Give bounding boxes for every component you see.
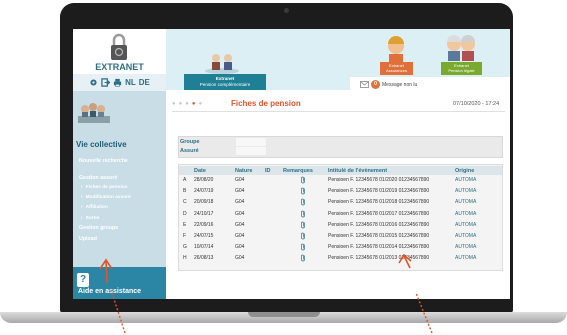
gestion-groups-link[interactable]: Gestion groups — [79, 225, 118, 231]
row-letter: E — [183, 221, 187, 228]
message-count-badge[interactable]: 0 — [371, 80, 380, 89]
row-origine: AUTOMA — [455, 233, 477, 239]
row-origine: AUTOMA — [455, 177, 477, 183]
row-date: 10/07/14 — [194, 244, 214, 251]
row-intitule: Pensioen F. 12345678 01/2014 01234567890 — [328, 244, 430, 251]
attachment-icon[interactable] — [300, 210, 306, 220]
attachment-icon[interactable] — [300, 187, 306, 197]
row-intitule: Pensioen F. 12345678 01/2017 01234567890 — [328, 210, 430, 217]
row-letter: F — [183, 233, 187, 239]
row-intitule: Pensioen F. 12345678 01/2020 01234567890 — [328, 177, 430, 183]
attachment-icon[interactable] — [300, 176, 306, 186]
language-nl[interactable]: NL — [125, 78, 136, 87]
col-date[interactable]: Date — [194, 168, 206, 174]
groupe-label: Groupe — [180, 139, 200, 145]
gear-icon[interactable] — [89, 78, 98, 87]
help-label[interactable]: Aide en assistance — [78, 288, 141, 295]
row-nature: G04 — [235, 210, 245, 217]
sidebar-item-modification[interactable]: › Modification assuré — [81, 194, 131, 200]
envelope-icon[interactable] — [360, 81, 369, 88]
agent-illustration-icon — [388, 36, 404, 62]
page-datetime: 07/10/2020 - 17:24 — [453, 101, 500, 107]
row-date: 24/07/15 — [194, 233, 214, 239]
row-letter: G — [183, 244, 187, 251]
sidebar-item-fiches[interactable]: › Fiches de pension — [81, 184, 128, 190]
brand-name: EXTRANET — [95, 62, 144, 72]
laptop-notch — [248, 312, 320, 317]
row-origine: AUTOMA — [455, 188, 477, 195]
attachment-icon[interactable] — [300, 254, 306, 264]
row-letter: A — [183, 177, 187, 183]
col-remarques[interactable]: Remarques — [283, 168, 313, 174]
attachment-icon[interactable] — [300, 232, 306, 242]
col-origine[interactable]: Origine — [455, 168, 474, 174]
attachment-icon[interactable] — [300, 243, 306, 253]
gestion-assure-heading[interactable]: Gestion assuré — [79, 175, 117, 181]
chevron-right-icon: › — [81, 215, 83, 221]
row-date: 26/08/13 — [194, 255, 214, 262]
groupe-value — [236, 138, 266, 146]
row-date: 24/07/19 — [194, 188, 214, 195]
elderly-couple-illustration-icon — [205, 54, 239, 74]
col-nature[interactable]: Nature — [235, 168, 252, 174]
help-question-icon[interactable]: ? — [77, 273, 89, 287]
row-letter: H — [183, 255, 187, 262]
row-nature: G04 — [235, 233, 245, 239]
row-letter: C — [183, 199, 187, 206]
col-intitule[interactable]: Intitulé de l'évènement — [328, 168, 387, 174]
language-de[interactable]: DE — [139, 78, 150, 87]
screen: EXTRANET NL DE Vie collective Nouvelle r… — [73, 29, 510, 299]
step-dots: ●●●●● — [172, 101, 206, 107]
attachment-icon[interactable] — [300, 198, 306, 208]
row-intitule: Pensioen F. 12345678 01/2018 01234567890 — [328, 199, 430, 206]
assure-label: Assuré — [180, 148, 199, 154]
row-intitule: Pensioen F. 12345678 01/2013 01234567890 — [328, 255, 430, 262]
tab-pension-legale[interactable]: Extranet Pension légale — [441, 62, 482, 75]
chevron-right-icon: › — [81, 184, 83, 190]
message-label[interactable]: Message non lu — [382, 82, 417, 88]
tab-pension-complementaire[interactable]: Extranet Pension complémentaire — [184, 74, 266, 90]
col-id[interactable]: ID — [265, 168, 271, 174]
people-illustration-icon — [78, 103, 110, 123]
attachment-icon[interactable] — [300, 221, 306, 231]
row-date: 24/10/17 — [194, 210, 214, 217]
row-nature: G04 — [235, 244, 245, 251]
row-origine: AUTOMA — [455, 221, 477, 228]
camera-icon — [284, 8, 289, 13]
row-intitule: Pensioen F. 12345678 01/2015 01234567890 — [328, 233, 430, 239]
row-intitule: Pensioen F. 12345678 01/2019 01234567890 — [328, 188, 430, 195]
seniors-illustration-icon — [447, 35, 475, 61]
row-nature: G04 — [235, 199, 245, 206]
new-search-link[interactable]: Nouvelle recherche — [79, 158, 128, 164]
chevron-right-icon: › — [81, 194, 83, 200]
row-nature: G04 — [235, 221, 245, 228]
row-nature: G04 — [235, 188, 245, 195]
print-icon[interactable] — [113, 78, 122, 87]
divider — [172, 111, 505, 112]
info-panel — [178, 136, 503, 158]
toolbar: NL DE — [73, 74, 166, 91]
row-letter: B — [183, 188, 187, 195]
row-nature: G04 — [235, 255, 245, 262]
sidebar-item-sortie[interactable]: › Sortie — [81, 215, 99, 221]
row-letter: D — [183, 210, 187, 217]
assure-value — [236, 147, 266, 155]
padlock-logo-icon — [111, 33, 127, 60]
sidebar-item-affiliation[interactable]: › Affiliation — [81, 204, 108, 210]
row-nature: G04 — [235, 177, 245, 183]
chevron-right-icon: › — [81, 204, 83, 210]
row-origine: AUTOMA — [455, 244, 477, 251]
row-origine: AUTOMA — [455, 255, 477, 262]
upload-link[interactable]: Upload — [79, 236, 97, 242]
logout-icon[interactable] — [101, 78, 111, 87]
section-title: Vie collective — [76, 140, 127, 149]
row-date: 20/09/18 — [194, 199, 214, 206]
row-intitule: Pensioen F. 12345678 01/2016 01234567890 — [328, 221, 430, 228]
row-date: 28/08/20 — [194, 177, 214, 183]
row-date: 22/09/16 — [194, 221, 214, 228]
row-origine: AUTOMA — [455, 210, 477, 217]
tab-assurances[interactable]: Extranet Assurances — [380, 62, 413, 75]
page-title: Fiches de pension — [231, 99, 301, 108]
row-origine: AUTOMA — [455, 199, 477, 206]
